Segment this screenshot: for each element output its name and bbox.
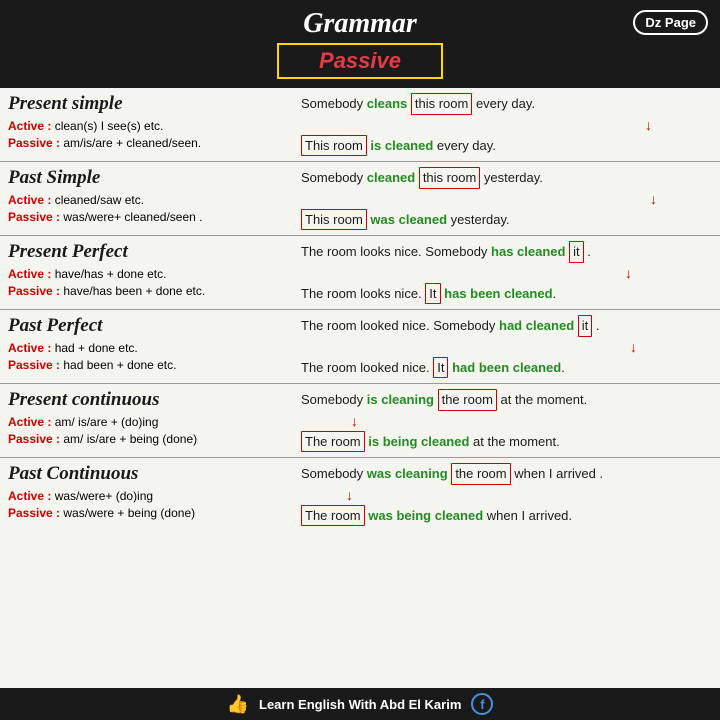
example-top-past-continuous: Somebody was cleaning the room when I ar… <box>301 463 712 485</box>
thumbs-up-icon: 👍 <box>227 694 249 715</box>
tense-title-past-simple: Past Simple <box>8 167 293 190</box>
section-left-present-continuous: Present continuous Active : am/ is/are +… <box>8 389 293 452</box>
example-past-continuous: Somebody was cleaning the room when I ar… <box>301 463 712 526</box>
tense-title-present-simple: Present simple <box>8 93 293 116</box>
tense-title-present-continuous: Present continuous <box>8 389 293 412</box>
example-top-past-simple: Somebody cleaned this room yesterday. <box>301 167 712 189</box>
page: Grammar Passive Dz Page Present simple A… <box>0 0 720 720</box>
example-bottom-present-perfect: The room looks nice. It has been cleaned… <box>301 283 712 305</box>
active-rule-present-continuous: Active : am/ is/are + (do)ing <box>8 414 293 431</box>
example-top-present-continuous: Somebody is cleaning the room at the mom… <box>301 389 712 411</box>
content-area: Present simple Active : clean(s) I see(s… <box>0 88 720 688</box>
tense-title-present-perfect: Present Perfect <box>8 241 293 264</box>
example-bottom-past-simple: This room was cleaned yesterday. <box>301 209 712 231</box>
example-top-past-perfect: The room looked nice. Somebody had clean… <box>301 315 712 337</box>
passive-rule-present-continuous: Passive : am/ is/are + being (done) <box>8 431 293 448</box>
tense-title-past-continuous: Past Continuous <box>8 463 293 486</box>
section-right-present-simple: Somebody cleans this room every day. ↓ T… <box>297 93 712 156</box>
active-rule-present-simple: Active : clean(s) I see(s) etc. <box>8 118 293 135</box>
section-past-simple: Past Simple Active : cleaned/saw etc. Pa… <box>0 162 720 236</box>
section-present-continuous: Present continuous Active : am/ is/are +… <box>0 384 720 458</box>
example-bottom-past-perfect: The room looked nice. It had been cleane… <box>301 357 712 379</box>
example-past-perfect: The room looked nice. Somebody had clean… <box>301 315 712 378</box>
section-left-present-perfect: Present Perfect Active : have/has + done… <box>8 241 293 304</box>
passive-rule-past-continuous: Passive : was/were + being (done) <box>8 505 293 522</box>
passive-rule-present-perfect: Passive : have/has been + done etc. <box>8 283 293 300</box>
header: Grammar Passive Dz Page <box>0 0 720 88</box>
example-top-present-simple: Somebody cleans this room every day. <box>301 93 712 115</box>
section-left-past-simple: Past Simple Active : cleaned/saw etc. Pa… <box>8 167 293 230</box>
tense-title-past-perfect: Past Perfect <box>8 315 293 338</box>
passive-badge: Passive <box>277 43 443 79</box>
footer-text: Learn English With Abd El Karim <box>259 697 461 712</box>
section-past-perfect: Past Perfect Active : had + done etc. Pa… <box>0 310 720 384</box>
footer: 👍 Learn English With Abd El Karim f <box>0 688 720 720</box>
active-rule-past-perfect: Active : had + done etc. <box>8 340 293 357</box>
facebook-icon: f <box>471 693 493 715</box>
section-present-simple: Present simple Active : clean(s) I see(s… <box>0 88 720 162</box>
example-bottom-present-simple: This room is cleaned every day. <box>301 135 712 157</box>
section-left-past-continuous: Past Continuous Active : was/were+ (do)i… <box>8 463 293 526</box>
section-right-past-continuous: Somebody was cleaning the room when I ar… <box>297 463 712 526</box>
dz-page-badge: Dz Page <box>633 10 708 35</box>
active-rule-past-simple: Active : cleaned/saw etc. <box>8 192 293 209</box>
passive-label: Passive <box>319 48 401 73</box>
example-bottom-past-continuous: The room was being cleaned when I arrive… <box>301 505 712 527</box>
active-rule-past-continuous: Active : was/were+ (do)ing <box>8 488 293 505</box>
example-top-present-perfect: The room looks nice. Somebody has cleane… <box>301 241 712 263</box>
section-past-continuous: Past Continuous Active : was/were+ (do)i… <box>0 458 720 531</box>
example-present-continuous: Somebody is cleaning the room at the mom… <box>301 389 712 452</box>
section-right-past-simple: Somebody cleaned this room yesterday. ↓ … <box>297 167 712 230</box>
active-rule-present-perfect: Active : have/has + done etc. <box>8 266 293 283</box>
passive-rule-present-simple: Passive : am/is/are + cleaned/seen. <box>8 135 293 152</box>
example-past-simple: Somebody cleaned this room yesterday. ↓ … <box>301 167 712 230</box>
example-bottom-present-continuous: The room is being cleaned at the moment. <box>301 431 712 453</box>
example-present-perfect: The room looks nice. Somebody has cleane… <box>301 241 712 304</box>
passive-rule-past-simple: Passive : was/were+ cleaned/seen . <box>8 209 293 226</box>
example-present-simple: Somebody cleans this room every day. ↓ T… <box>301 93 712 156</box>
section-left-past-perfect: Past Perfect Active : had + done etc. Pa… <box>8 315 293 378</box>
section-right-present-continuous: Somebody is cleaning the room at the mom… <box>297 389 712 452</box>
page-title: Grammar <box>0 8 720 40</box>
section-left-present-simple: Present simple Active : clean(s) I see(s… <box>8 93 293 156</box>
section-right-present-perfect: The room looks nice. Somebody has cleane… <box>297 241 712 304</box>
section-present-perfect: Present Perfect Active : have/has + done… <box>0 236 720 310</box>
passive-rule-past-perfect: Passive : had been + done etc. <box>8 357 293 374</box>
section-right-past-perfect: The room looked nice. Somebody had clean… <box>297 315 712 378</box>
